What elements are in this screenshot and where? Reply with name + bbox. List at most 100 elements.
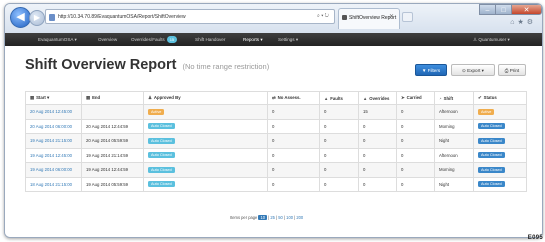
page-size-option[interactable]: 200 [296, 215, 303, 220]
minimize-icon[interactable]: – [479, 4, 496, 15]
address-controls[interactable]: ⌕ ▾ ↻ [317, 9, 329, 24]
nav-item-shift-handover[interactable]: Shift Handover [195, 33, 225, 46]
count-badge: 15 [166, 36, 178, 43]
column-header-label: Faults [330, 95, 343, 101]
status-badge: Active [148, 108, 165, 115]
cell-carried: 0 [396, 118, 435, 134]
table-row: 19 Aug 2014 21:15:00 20 Aug 2014 05:59:59… [25, 133, 527, 149]
column-header: ➤ Carried [396, 91, 435, 105]
plane-icon: ➤ [401, 95, 405, 100]
cell-shift: Afternoon [434, 147, 474, 163]
nav-item-settings[interactable]: Settings ▾ [278, 33, 298, 46]
cell-no-assess: 0 [267, 104, 320, 120]
cell-end: 20 Aug 2014 05:59:59 [81, 133, 144, 149]
cell-status: Auto Closed [473, 118, 527, 134]
table-body: 20 Aug 2014 12:45:00 Active 0 0 15 0 Afternoon… [25, 104, 527, 192]
status-badge: Auto Closed [478, 123, 505, 130]
page-size-options: | 25 | 50 | 100 | 200 [268, 215, 303, 220]
alert-icon: ▲ [363, 95, 368, 101]
back-arrow-icon[interactable]: ◀ [10, 7, 31, 28]
pagination: Items per page 10 | 25 | 50 | 100 | 200 [230, 215, 303, 220]
cell-overrides: 0 [358, 133, 397, 149]
nav-brand[interactable]: EvaquantumOSA ▾ [38, 33, 77, 46]
column-header-label: Approved By [153, 95, 181, 100]
shift-start-link[interactable]: 19 Aug 2014 21:15:00 [30, 138, 72, 143]
user-menu[interactable]: ♙ Quantumuser ▾ [473, 33, 510, 46]
main-content: Shift Overview Report (No time range res… [5, 46, 542, 237]
column-header: ✔ Status [473, 91, 527, 105]
print-button[interactable]: ⎙ Print [498, 64, 526, 76]
address-bar[interactable]: http://10.34.70.89/EvaquantumOSA/Report/… [45, 9, 335, 24]
close-tab-icon[interactable]: ✕ [389, 13, 394, 20]
shift-start-link[interactable]: 19 Aug 2014 06:00:00 [30, 167, 72, 172]
table-header-row: ▦ Start ▾ ▦ End ♟ Approved By ⇄ No Assess. ▲ Faul… [25, 91, 527, 105]
page-title-text: Shift Overview Report [25, 57, 177, 73]
close-window-icon[interactable]: ✕ [511, 4, 542, 15]
status-badge: Auto Closed [478, 137, 505, 144]
calendar-icon: ▦ [30, 95, 35, 100]
table-row: 20 Aug 2014 12:45:00 Active 0 0 15 0 Afternoon… [25, 104, 527, 120]
cell-end: 19 Aug 2014 12:44:59 [81, 162, 144, 178]
table-row: 20 Aug 2014 06:00:00 20 Aug 2014 12:44:59… [25, 118, 527, 134]
cell-overrides: 0 [358, 162, 397, 178]
shift-start-link[interactable]: 20 Aug 2014 06:00:00 [30, 124, 72, 129]
cell-no-assess: 0 [267, 133, 320, 149]
time-icon: ◔ [439, 95, 442, 101]
column-header: ▲ Faults [319, 91, 359, 105]
shift-table: ▦ Start ▾ ▦ End ♟ Approved By ⇄ No Assess. ▲ Faul… [25, 91, 527, 192]
column-header-label: Overrides [369, 95, 390, 101]
cell-overrides: 0 [358, 118, 397, 134]
cell-shift: Night [434, 176, 474, 192]
column-header: ▲ Overrides [358, 91, 397, 105]
new-tab-button[interactable] [402, 12, 413, 22]
browser-window: ◀ ▶ http://10.34.70.89/EvaquantumOSA/Rep… [4, 3, 543, 238]
forward-arrow-icon[interactable]: ▶ [29, 10, 45, 26]
cell-no-assess: 0 [267, 176, 320, 192]
table-row: 19 Aug 2014 06:00:00 19 Aug 2014 12:44:59… [25, 162, 527, 178]
column-header-label: No Assess. [277, 95, 301, 100]
cell-end: 20 Aug 2014 12:44:59 [81, 118, 144, 134]
table-row: 18 Aug 2014 21:15:00 19 Aug 2014 05:59:59… [25, 176, 527, 192]
cell-shift: Afternoon [434, 104, 474, 120]
cell-approved: Auto Closed [143, 162, 268, 178]
shift-start-link[interactable]: 20 Aug 2014 12:45:00 [30, 109, 72, 114]
column-header-label: Carried [406, 95, 422, 100]
cell-approved: Auto Closed [143, 133, 268, 149]
cell-start: 19 Aug 2014 06:00:00 [25, 162, 82, 178]
address-url: http://10.34.70.89/EvaquantumOSA/Report/… [58, 14, 186, 20]
cell-status: Auto Closed [473, 176, 527, 192]
cell-start: 19 Aug 2014 12:45:00 [25, 147, 82, 163]
page-subtitle: (No time range restriction) [182, 62, 270, 71]
cell-no-assess: 0 [267, 162, 320, 178]
shift-start-link[interactable]: 18 Aug 2014 21:15:00 [30, 182, 72, 187]
cell-status: Auto Closed [473, 133, 527, 149]
cell-carried: 0 [396, 133, 435, 149]
cell-end: 19 Aug 2014 21:14:59 [81, 147, 144, 163]
filters-button[interactable]: ▼ Filters [415, 64, 447, 76]
column-header[interactable]: ▦ Start ▾ [25, 91, 82, 105]
alert-icon: ▲ [324, 95, 329, 101]
maximize-icon[interactable]: □ [495, 4, 512, 15]
column-header: ⇄ No Assess. [267, 91, 320, 105]
cell-faults: 0 [319, 104, 359, 120]
page-size-option[interactable]: 100 [286, 215, 293, 220]
items-per-page-label: Items per page [230, 215, 258, 220]
status-badge: Auto Closed [148, 137, 175, 144]
column-header: ▦ End [81, 91, 144, 105]
cell-start: 20 Aug 2014 06:00:00 [25, 118, 82, 134]
nav-item-overrides-faults[interactable]: Overrides/Faults 15 [131, 33, 178, 46]
export-button[interactable]: ⊙ Export ▾ [451, 64, 495, 76]
table-row: 19 Aug 2014 12:45:00 19 Aug 2014 21:14:59… [25, 147, 527, 163]
browser-tools-icons[interactable]: ⌂★⚙ [510, 18, 536, 26]
nav-item-reports[interactable]: Reports ▾ [243, 33, 263, 46]
cell-start: 18 Aug 2014 21:15:00 [25, 176, 82, 192]
nav-item-overview[interactable]: Overview [98, 33, 117, 46]
page-size-current[interactable]: 10 [258, 215, 268, 220]
cell-end: 19 Aug 2014 05:59:59 [81, 176, 144, 192]
nav-item-label: Overrides/Faults [131, 37, 165, 42]
column-header-label: Start ▾ [36, 95, 50, 100]
status-badge: Auto Closed [478, 166, 505, 173]
cell-faults: 0 [319, 133, 359, 149]
check-icon: ✔ [478, 95, 482, 100]
shift-start-link[interactable]: 19 Aug 2014 12:45:00 [30, 153, 72, 158]
